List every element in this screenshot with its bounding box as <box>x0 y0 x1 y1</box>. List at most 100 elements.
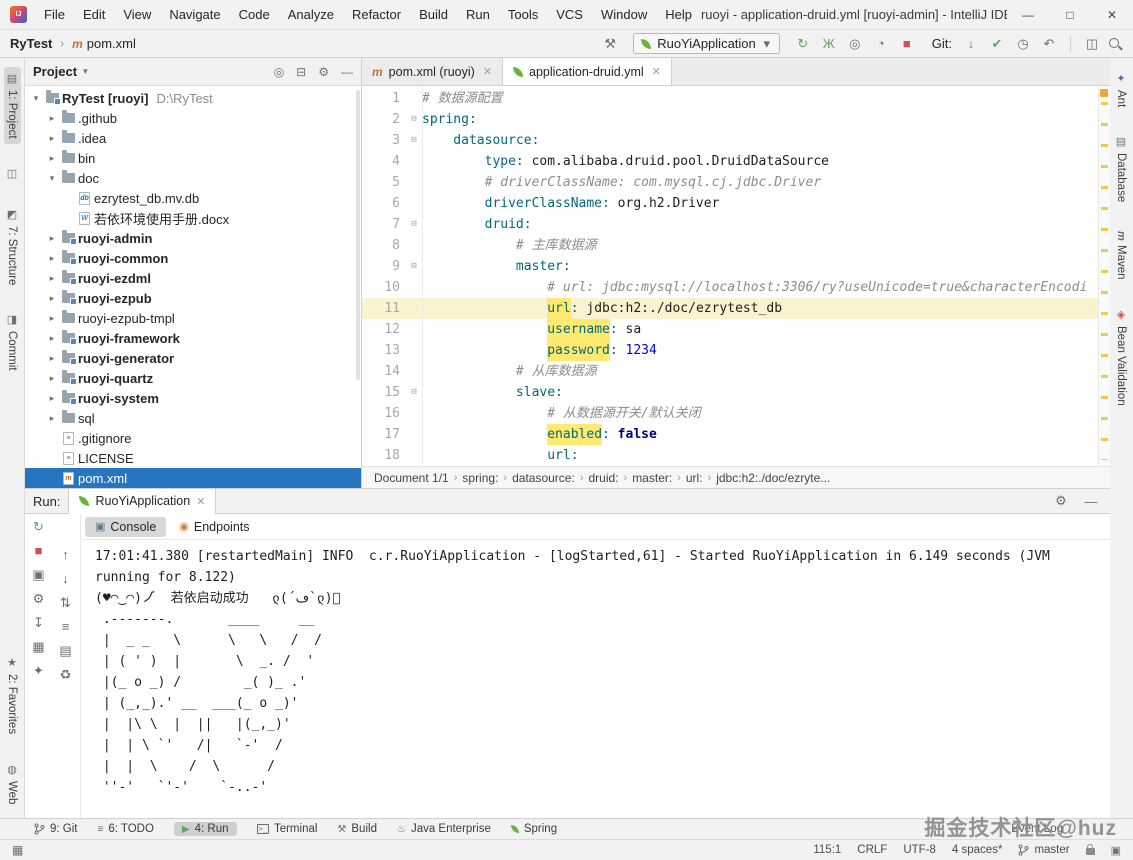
tab-console[interactable]: ▣ Console <box>85 516 167 537</box>
close-tab-icon[interactable]: ✕ <box>196 495 205 508</box>
close-tab-icon[interactable]: ✕ <box>652 65 661 78</box>
soft-wrap-icon[interactable]: ≡ <box>62 620 70 634</box>
line-separator[interactable]: CRLF <box>857 844 887 856</box>
sidebar-item-project[interactable]: ▤ 1: Project <box>3 67 21 144</box>
toolwindow-run[interactable]: ▶ 4: Run <box>173 822 237 836</box>
tree-item[interactable]: ▸ ruoyi-ezpub <box>25 288 361 308</box>
chevron-down-icon[interactable]: ▾ <box>83 66 88 77</box>
tree-item[interactable]: db ezrytest_db.mv.db <box>25 188 361 208</box>
breadcrumb-item[interactable]: datasource: <box>510 471 577 485</box>
code-line[interactable]: 14 # 从库数据源 <box>362 361 1110 382</box>
menu-run[interactable]: Run <box>457 0 499 30</box>
toolwindow-terminal[interactable]: >_ Terminal <box>256 823 317 835</box>
expand-arrow-icon[interactable]: ▸ <box>45 113 59 124</box>
tree-item[interactable]: ▸ sql <box>25 408 361 428</box>
tree-item[interactable]: ≡ .gitignore <box>25 428 361 448</box>
collapse-all-icon[interactable]: ⊟ <box>296 65 306 79</box>
code-line[interactable]: 15 ⊟ slave: <box>362 382 1110 403</box>
breadcrumb-item[interactable]: spring: <box>460 471 500 485</box>
code-line[interactable]: 7 ⊟ druid: <box>362 214 1110 235</box>
code-line[interactable]: 5 # driverClassName: com.mysql.cj.jdbc.D… <box>362 172 1110 193</box>
code-line[interactable]: 6 driverClassName: org.h2.Driver <box>362 193 1110 214</box>
breadcrumb-project[interactable]: RyTest <box>10 36 52 51</box>
tree-item-selected[interactable]: m pom.xml <box>25 468 361 488</box>
code-line[interactable]: 10 # url: jdbc:mysql://localhost:3306/ry… <box>362 277 1110 298</box>
tree-item[interactable]: ▸ ruoyi-framework <box>25 328 361 348</box>
menu-edit[interactable]: Edit <box>74 0 114 30</box>
code-line[interactable]: 9 ⊟ master: <box>362 256 1110 277</box>
clear-console-icon[interactable]: ♻ <box>60 668 72 682</box>
code-line[interactable]: 1 # 数据源配置 <box>362 88 1110 109</box>
code-line-caret[interactable]: 11 url: jdbc:h2:./doc/ezrytest_db <box>362 298 1110 319</box>
code-line[interactable]: 3 ⊟ datasource: <box>362 130 1110 151</box>
tab-application-druid-yml[interactable]: application-druid.yml ✕ <box>503 58 672 85</box>
tree-item[interactable]: ▸ .github <box>25 108 361 128</box>
breadcrumb-file[interactable]: pom.xml <box>87 36 136 51</box>
tree-item[interactable]: ▸ ruoyi-system <box>25 388 361 408</box>
sidebar-item-ant[interactable]: ✦ Ant <box>1113 67 1130 112</box>
code-line[interactable]: 16 # 从数据源开关/默认关闭 <box>362 403 1110 424</box>
toolwindow-event-log[interactable]: Event Log <box>1011 823 1063 835</box>
tree-scrollbar[interactable] <box>356 90 360 380</box>
fold-icon[interactable]: ⊟ <box>406 214 422 235</box>
highlight-level-icon[interactable]: ▣ <box>1111 844 1121 857</box>
menu-file[interactable]: File <box>35 0 74 30</box>
tree-item[interactable]: ▸ ruoyi-admin <box>25 228 361 248</box>
layout-button[interactable]: ◫ <box>1081 36 1103 52</box>
scroll-down-icon[interactable]: ↓ <box>62 572 69 586</box>
hide-panel-icon[interactable]: — <box>1080 494 1102 509</box>
toolwindow-spring[interactable]: Spring <box>510 823 557 835</box>
expand-arrow-icon[interactable]: ▸ <box>45 413 59 424</box>
code-line[interactable]: 17 enabled: false <box>362 424 1110 445</box>
menu-help[interactable]: Help <box>656 0 701 30</box>
sidebar-item-commit[interactable]: ◨ Commit <box>4 308 21 376</box>
expand-arrow-icon[interactable]: ▸ <box>45 353 59 364</box>
update-project-button[interactable]: ↓ <box>960 36 982 51</box>
code-line[interactable]: 18 url: <box>362 445 1110 466</box>
expand-arrow-icon[interactable]: ▸ <box>45 133 59 144</box>
tree-item[interactable]: W 若依环境使用手册.docx <box>25 208 361 228</box>
tree-item[interactable]: ▸ ruoyi-generator <box>25 348 361 368</box>
tree-item[interactable]: ▸ ruoyi-quartz <box>25 368 361 388</box>
build-hammer-icon[interactable]: ⚒ <box>599 36 621 52</box>
hide-panel-icon[interactable]: — <box>341 65 353 79</box>
history-button[interactable]: ◷ <box>1012 36 1034 52</box>
print-icon[interactable]: ▤ <box>59 644 71 658</box>
expand-arrow-icon[interactable]: ▾ <box>45 173 59 184</box>
sidebar-item-maven[interactable]: m Maven <box>1113 226 1129 285</box>
toolwindow-switcher-icon[interactable]: ▦ <box>12 843 23 857</box>
commit-button[interactable]: ✔ <box>986 36 1008 52</box>
expand-arrow-icon[interactable]: ▸ <box>45 333 59 344</box>
sidebar-item-favorites[interactable]: ★ 2: Favorites <box>4 651 21 739</box>
expand-arrow-icon[interactable]: ▾ <box>29 93 43 104</box>
run-config-select[interactable]: RuoYiApplication ▾ <box>633 33 780 54</box>
toolwindow-build[interactable]: ⚒ Build <box>337 823 377 835</box>
profiler-button[interactable]: ◔ <box>870 36 892 51</box>
toolwindow-git[interactable]: 9: Git <box>34 823 77 835</box>
caret-position[interactable]: 115:1 <box>813 844 841 856</box>
sidebar-item-web[interactable]: ◍ Web <box>4 758 21 809</box>
breadcrumb-item[interactable]: master: <box>630 471 674 485</box>
gear-icon[interactable]: ⚙ <box>1050 493 1072 509</box>
debug-button[interactable]: Ж <box>818 36 840 51</box>
expand-arrow-icon[interactable]: ▸ <box>45 273 59 284</box>
tree-item[interactable]: ▸ ruoyi-common <box>25 248 361 268</box>
expand-arrow-icon[interactable]: ▸ <box>45 393 59 404</box>
error-stripe[interactable] <box>1098 86 1110 466</box>
tree-item[interactable]: ▸ .idea <box>25 128 361 148</box>
settings-icon[interactable]: ⚙ <box>33 592 45 606</box>
layout-grid-icon[interactable]: ▦ <box>32 640 44 654</box>
code-line[interactable]: 2 ⊟ spring: <box>362 109 1110 130</box>
code-editor[interactable]: 1 # 数据源配置 2 ⊟ spring: 3 ⊟ datasource: 4 type… <box>362 86 1110 466</box>
sidebar-item-pinned[interactable]: ◫ <box>4 162 21 185</box>
project-panel-title[interactable]: Project <box>33 64 77 79</box>
fold-icon[interactable]: ⊟ <box>406 382 422 403</box>
menu-refactor[interactable]: Refactor <box>343 0 410 30</box>
breadcrumb-item[interactable]: Document 1/1 <box>372 471 451 485</box>
indent-config[interactable]: 4 spaces* <box>952 844 1003 856</box>
file-encoding[interactable]: UTF-8 <box>903 844 936 856</box>
menu-tools[interactable]: Tools <box>499 0 547 30</box>
menu-vcs[interactable]: VCS <box>547 0 592 30</box>
close-tab-icon[interactable]: ✕ <box>483 65 492 78</box>
sidebar-item-database[interactable]: ▤ Database <box>1113 130 1130 207</box>
